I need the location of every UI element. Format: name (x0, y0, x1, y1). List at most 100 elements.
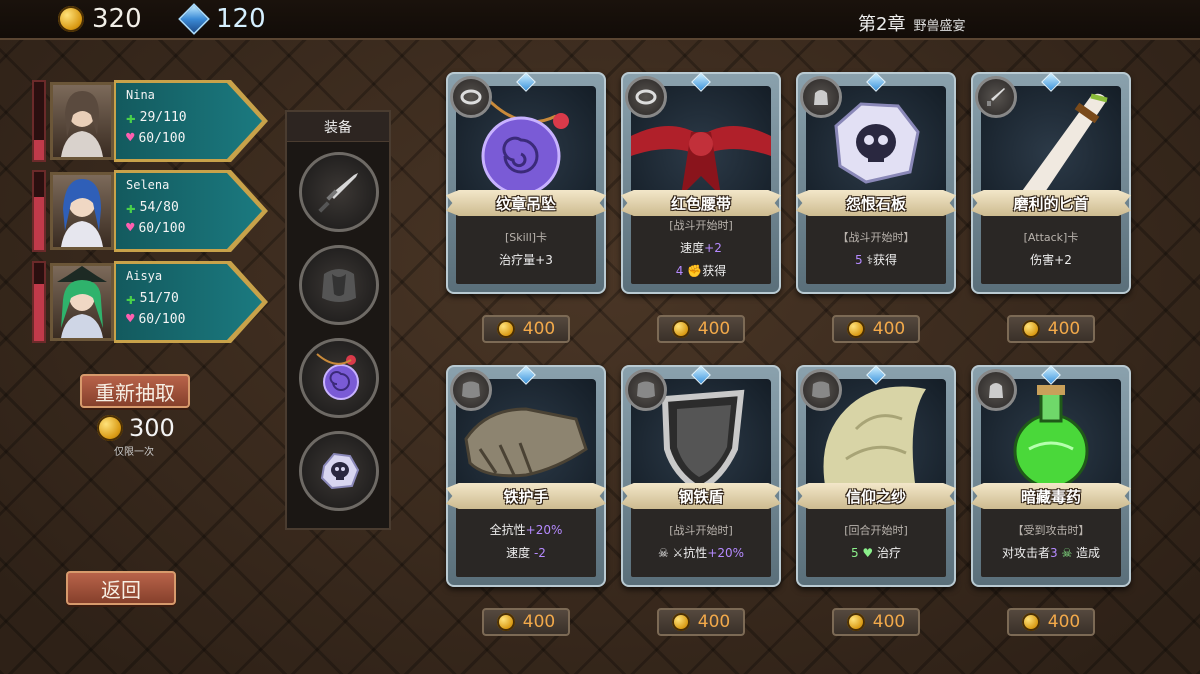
price-tag[interactable]: 400 (482, 608, 570, 636)
gold-coin-icon (1021, 320, 1040, 338)
ring-icon (625, 76, 667, 118)
mp-stat: ♥ 60/100 (126, 220, 186, 236)
gold-coin-icon (496, 320, 515, 338)
gold-amount: 320 (92, 4, 142, 34)
health-cross-icon: ✚ (126, 108, 136, 127)
price-tag[interactable]: 400 (657, 315, 745, 343)
gem-amount: 120 (216, 4, 266, 34)
chapter-name: 野兽盛宴 (913, 19, 966, 34)
gold-coin-icon (1021, 613, 1040, 631)
hp-stat: ✚ 54/80 (126, 198, 179, 217)
shop-card-faith-veil[interactable]: 信仰之纱 [回合开始时] 5 ♥ 治疗 (796, 365, 956, 587)
card-name: 磨利的匕首 (1013, 194, 1089, 213)
price-tag[interactable]: 400 (832, 315, 920, 343)
ring-icon (450, 76, 492, 118)
chapter-title: 第2章 野兽盛宴 (858, 10, 965, 36)
chapter-number: 第2章 (858, 14, 906, 35)
avatar (50, 172, 114, 250)
card-description: 【受到攻击时】 对攻击者3 ☠ 造成 (981, 505, 1121, 577)
gold-counter: 320 (58, 4, 142, 34)
equipment-panel: 装备 (285, 110, 391, 530)
armor-icon (322, 269, 356, 302)
equip-slot-stone[interactable] (299, 431, 379, 511)
heart-icon: ♥ (126, 220, 135, 236)
poison-skull-icon: ☠ (1061, 545, 1073, 560)
card-name: 信仰之纱 (845, 487, 906, 506)
card-description: 【战斗开始时】 5 ⚕获得 (806, 212, 946, 284)
shop-card-iron-gauntlet[interactable]: 铁护手 全抗性+20% 速度 -2 (446, 365, 606, 587)
reroll-cost: 300 (97, 414, 175, 442)
gold-coin-icon (846, 613, 865, 631)
card-description: [战斗开始时] 速度+2 4 ✊获得 (631, 212, 771, 284)
hp-gauge (32, 261, 46, 343)
shop-card-hidden-poison[interactable]: 暗藏毒药 【受到攻击时】 对攻击者3 ☠ 造成 (971, 365, 1131, 587)
hp-stat: ✚ 51/70 (126, 289, 179, 308)
shop-card-emblem-pendant[interactable]: 纹章吊坠 [Skill]卡 治疗量+3 (446, 72, 606, 294)
price-tag[interactable]: 400 (1007, 608, 1095, 636)
gold-coin-icon (58, 6, 84, 32)
card-description: [Attack]卡 伤害+2 (981, 212, 1121, 284)
bag-icon (800, 76, 842, 118)
price-tag[interactable]: 400 (1007, 315, 1095, 343)
card-name: 暗藏毒药 (1020, 487, 1081, 506)
card-name: 红色腰带 (670, 194, 731, 213)
skull-icon: ☠ (657, 545, 669, 560)
armor-icon (800, 369, 842, 411)
equip-slot-amulet[interactable] (299, 338, 379, 418)
heart-icon: ♥ (862, 545, 874, 560)
equip-slot-dagger[interactable] (299, 152, 379, 232)
card-description: [回合开始时] 5 ♥ 治疗 (806, 505, 946, 577)
shop-card-grudge-slate[interactable]: 怨恨石板 【战斗开始时】 5 ⚕获得 (796, 72, 956, 294)
mp-stat: ♥ 60/100 (126, 311, 186, 327)
shop-card-sharp-dagger[interactable]: 磨利的匕首 [Attack]卡 伤害+2 (971, 72, 1131, 294)
card-name: 纹章吊坠 (495, 194, 556, 213)
health-cross-icon: ✚ (126, 198, 136, 217)
gem-counter: 120 (178, 3, 266, 35)
bag-icon (975, 369, 1017, 411)
card-name: 钢铁盾 (678, 487, 724, 506)
crossed-swords-icon: ⚔ (672, 545, 684, 560)
gold-coin-icon (671, 320, 690, 338)
member-name: Aisya (126, 269, 163, 283)
gold-coin-icon (97, 415, 123, 441)
member-name: Selena (126, 178, 170, 192)
heart-icon: ♥ (126, 311, 135, 327)
reroll-note: 仅限一次 (114, 447, 154, 458)
heart-icon: ♥ (126, 130, 135, 146)
party-member-aisya[interactable]: Aisya ✚ 51/70 ♥ 60/100 (32, 261, 268, 343)
shop-card-steel-shield[interactable]: 钢铁盾 [战斗开始时] ☠ ⚔抗性+20% (621, 365, 781, 587)
equip-slot-armor[interactable] (299, 245, 379, 325)
hp-stat: ✚ 29/110 (126, 108, 187, 127)
armor-icon (625, 369, 667, 411)
top-bar: 320 120 第2章 野兽盛宴 (0, 0, 1200, 40)
party-member-selena[interactable]: Selena ✚ 54/80 ♥ 60/100 (32, 170, 268, 252)
card-description: 全抗性+20% 速度 -2 (456, 505, 596, 577)
hp-gauge (32, 80, 46, 162)
health-cross-icon: ✚ (126, 289, 136, 308)
dagger-icon (318, 173, 358, 213)
skull-stone-icon (320, 452, 360, 490)
card-name: 怨恨石板 (845, 194, 906, 213)
party-member-nina[interactable]: Nina ✚ 29/110 ♥ 60/100 (32, 80, 268, 162)
armor-icon (450, 369, 492, 411)
card-name: 铁护手 (503, 487, 549, 506)
hp-gauge (32, 170, 46, 252)
card-description: [战斗开始时] ☠ ⚔抗性+20% (631, 505, 771, 577)
back-button[interactable]: 返回 (66, 571, 176, 605)
equipment-title: 装备 (287, 112, 389, 142)
price-tag[interactable]: 400 (832, 608, 920, 636)
price-tag[interactable]: 400 (657, 608, 745, 636)
price-tag[interactable]: 400 (482, 315, 570, 343)
shop-card-red-belt[interactable]: 红色腰带 [战斗开始时] 速度+2 4 ✊获得 (621, 72, 781, 294)
gold-coin-icon (846, 320, 865, 338)
gold-coin-icon (671, 613, 690, 631)
amulet-icon (316, 353, 359, 400)
mp-stat: ♥ 60/100 (126, 130, 186, 146)
avatar (50, 263, 114, 341)
reroll-button[interactable]: 重新抽取 (80, 374, 190, 408)
dagger-icon (975, 76, 1017, 118)
crystal-icon (178, 3, 210, 35)
strength-icon: ✊ (687, 264, 703, 278)
card-description: [Skill]卡 治疗量+3 (456, 212, 596, 284)
gold-coin-icon (496, 613, 515, 631)
